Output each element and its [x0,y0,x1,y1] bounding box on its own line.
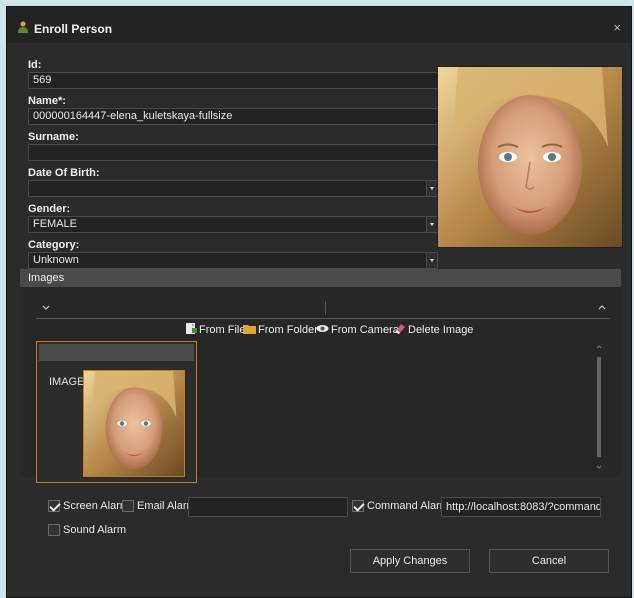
chevron-up-icon[interactable] [598,302,606,310]
camera-icon [316,325,329,332]
name-label: Name*: [28,95,66,107]
delete-image-button[interactable]: Delete Image [394,323,473,336]
thumbnail-label: IMAGE: [49,376,88,388]
category-label: Category: [28,239,80,251]
from-camera-label: From Camera [331,324,399,336]
chevron-down-icon[interactable] [426,181,437,196]
gender-label: Gender: [28,203,71,215]
person-icon [18,21,28,33]
command-alarm-checkbox[interactable] [352,500,364,512]
title-bar[interactable]: Enroll Person × [7,7,631,43]
dialog-title: Enroll Person [34,22,113,36]
email-alarm-checkbox[interactable] [122,500,134,512]
from-file-button[interactable]: From File [185,323,245,336]
delete-image-label: Delete Image [408,324,474,336]
command-url-field[interactable]: http://localhost:8083/?command=5 [441,497,601,517]
images-scrollbar[interactable] [596,345,602,470]
email-alarm-field[interactable] [188,497,348,517]
from-folder-label: From Folder [258,324,318,336]
dob-combo[interactable] [28,180,438,197]
id-label: Id: [28,59,42,71]
cancel-button[interactable]: Cancel [489,549,609,573]
dob-label: Date Of Birth: [28,167,100,179]
close-icon[interactable]: × [613,20,621,35]
file-icon [186,323,197,334]
from-file-label: From File [199,324,246,336]
screen-alarm-checkbox[interactable] [48,500,60,512]
name-field[interactable]: 000000164447-elena_kuletskaya-fullsize [28,108,438,125]
surname-label: Surname: [28,131,79,143]
category-value: Unknown [33,254,79,266]
sound-alarm-label: Sound Alarm [63,524,126,536]
folder-icon [243,325,256,334]
chevron-down-icon[interactable] [426,217,437,232]
person-photo [437,66,623,248]
from-camera-button[interactable]: From Camera [316,323,399,336]
apply-changes-button[interactable]: Apply Changes [350,549,470,573]
gender-value: FEMALE [33,218,78,230]
images-section-header[interactable]: Images [20,269,621,287]
eraser-icon [395,324,405,334]
divider [36,318,610,319]
command-alarm-label: Command Alarm [367,500,449,512]
image-thumbnail-card[interactable]: IMAGE: [36,341,197,483]
thumbnail-header [39,344,194,361]
gender-combo[interactable]: FEMALE [28,216,438,233]
screen-alarm-label: Screen Alarm [63,500,130,512]
thumbnail-image[interactable] [83,370,185,477]
chevron-down-icon[interactable] [42,303,50,311]
surname-field[interactable] [28,144,438,161]
splitter-handle[interactable] [325,301,326,315]
from-folder-button[interactable]: From Folder [243,323,318,336]
chevron-down-icon[interactable] [426,253,437,268]
id-field[interactable]: 569 [28,72,438,89]
category-combo[interactable]: Unknown [28,252,438,269]
sound-alarm-checkbox[interactable] [48,524,60,536]
email-alarm-label: Email Alarm [137,500,196,512]
